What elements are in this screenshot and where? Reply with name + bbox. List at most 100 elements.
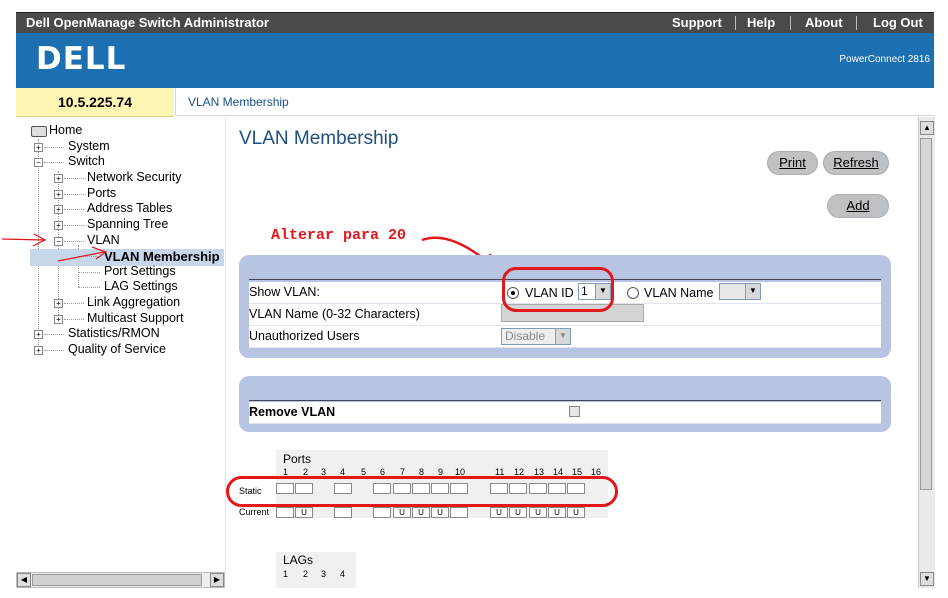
computer-icon bbox=[31, 126, 47, 137]
tree-item-ports[interactable]: Ports bbox=[87, 186, 116, 200]
port-current-cell: U bbox=[548, 507, 566, 518]
lag-number: 1 bbox=[283, 569, 289, 579]
annotation-highlight bbox=[226, 476, 618, 507]
tree-line bbox=[78, 272, 100, 273]
unauthorized-users-value: Disable bbox=[505, 329, 546, 343]
lag-number: 4 bbox=[340, 569, 346, 579]
tree-line bbox=[44, 350, 64, 351]
tree-line bbox=[44, 334, 64, 335]
vlan-name-label: VLAN Name (0-32 Characters) bbox=[249, 307, 420, 321]
current-row-label: Current bbox=[239, 507, 270, 517]
add-button[interactable]: Add bbox=[827, 194, 889, 218]
logout-link[interactable]: Log Out bbox=[873, 15, 923, 30]
support-link[interactable]: Support bbox=[672, 15, 722, 30]
chevron-down-icon[interactable]: ▼ bbox=[745, 284, 760, 299]
tree-item-home[interactable]: Home bbox=[49, 123, 82, 137]
expand-icon[interactable]: + bbox=[34, 346, 43, 355]
expand-icon[interactable]: + bbox=[34, 330, 43, 339]
tree-line bbox=[78, 287, 100, 288]
tree-line bbox=[64, 178, 84, 179]
device-ip: 10.5.225.74 bbox=[16, 88, 174, 117]
tree-line bbox=[64, 194, 84, 195]
top-bar: Dell OpenManage Switch Administrator Sup… bbox=[16, 12, 934, 33]
scroll-right-icon[interactable]: ▶ bbox=[210, 573, 224, 587]
breadcrumb: VLAN Membership bbox=[175, 88, 934, 116]
scroll-down-icon[interactable]: ▼ bbox=[920, 572, 934, 586]
port-current-cell: U bbox=[567, 507, 585, 518]
expand-icon[interactable]: + bbox=[54, 205, 63, 214]
expand-icon[interactable]: + bbox=[34, 143, 43, 152]
tree-item-link-aggregation[interactable]: Link Aggregation bbox=[87, 295, 180, 309]
lags-grid: LAGs 1 2 3 4 bbox=[276, 552, 356, 588]
print-button[interactable]: Print bbox=[767, 151, 818, 175]
port-current-cell: U bbox=[393, 507, 411, 518]
vlan-name-option-label: VLAN Name bbox=[644, 286, 714, 300]
lag-number: 2 bbox=[303, 569, 309, 579]
svg-text:DELL: DELL bbox=[36, 41, 126, 75]
show-vlan-label: Show VLAN: bbox=[249, 285, 320, 299]
unauthorized-users-row: Unauthorized Users Disable ▼ bbox=[249, 326, 881, 348]
unauthorized-users-select[interactable]: Disable ▼ bbox=[501, 328, 571, 345]
tree-line bbox=[64, 209, 84, 210]
expand-icon[interactable]: + bbox=[54, 174, 63, 183]
scroll-left-icon[interactable]: ◀ bbox=[17, 573, 31, 587]
expand-icon[interactable]: + bbox=[54, 190, 63, 199]
navigation-tree: Home + System − Switch + Network Securit… bbox=[16, 117, 226, 572]
refresh-button[interactable]: Refresh bbox=[823, 151, 889, 175]
port-current-cell: U bbox=[412, 507, 430, 518]
collapse-icon[interactable]: − bbox=[34, 158, 43, 167]
port-current-cell: U bbox=[431, 507, 449, 518]
port-current-cell: U bbox=[295, 507, 313, 518]
app-title: Dell OpenManage Switch Administrator bbox=[26, 15, 269, 30]
annotation-text: Alterar para 20 bbox=[271, 227, 407, 244]
port-current-cell bbox=[450, 507, 468, 518]
chevron-down-icon[interactable]: ▼ bbox=[555, 329, 570, 344]
annotation-arrows bbox=[1, 233, 108, 262]
scroll-up-icon[interactable]: ▲ bbox=[920, 121, 934, 135]
expand-icon[interactable]: + bbox=[54, 315, 63, 324]
scroll-thumb[interactable] bbox=[32, 574, 202, 586]
tree-item-statistics-rmon[interactable]: Statistics/RMON bbox=[68, 326, 160, 340]
separator bbox=[790, 16, 791, 30]
remove-vlan-panel: Remove VLAN bbox=[239, 376, 891, 432]
tree-line bbox=[64, 303, 84, 304]
annotation-highlight bbox=[502, 267, 614, 312]
port-current-cell: U bbox=[509, 507, 527, 518]
scroll-thumb[interactable] bbox=[920, 138, 932, 490]
divider bbox=[249, 400, 881, 401]
help-link[interactable]: Help bbox=[747, 15, 775, 30]
port-current-cell: U bbox=[490, 507, 508, 518]
tree-item-address-tables[interactable]: Address Tables bbox=[87, 201, 172, 215]
expand-icon[interactable]: + bbox=[54, 299, 63, 308]
tree-item-system[interactable]: System bbox=[68, 139, 110, 153]
lags-title: LAGs bbox=[283, 553, 314, 567]
horizontal-scrollbar[interactable]: ◀ ▶ bbox=[16, 572, 225, 588]
product-name: PowerConnect 2816 bbox=[839, 54, 930, 65]
page-title: VLAN Membership bbox=[239, 128, 399, 149]
separator bbox=[735, 16, 736, 30]
remove-vlan-label: Remove VLAN bbox=[249, 405, 336, 419]
dell-logo: DELL bbox=[36, 41, 126, 75]
port-current-cell bbox=[276, 507, 294, 518]
tree-item-lag-settings[interactable]: LAG Settings bbox=[104, 279, 178, 293]
tree-item-multicast-support[interactable]: Multicast Support bbox=[87, 311, 184, 325]
remove-vlan-checkbox[interactable] bbox=[569, 406, 580, 417]
banner: DELL PowerConnect 2816 bbox=[16, 33, 934, 88]
lag-number: 3 bbox=[321, 569, 327, 579]
port-current-cell: U bbox=[529, 507, 547, 518]
port-current-cell bbox=[334, 507, 352, 518]
tree-item-quality-of-service[interactable]: Quality of Service bbox=[68, 342, 166, 356]
vlan-name-select[interactable]: ▼ bbox=[719, 283, 761, 300]
vlan-name-radio[interactable] bbox=[627, 287, 639, 299]
separator bbox=[856, 16, 857, 30]
tree-line bbox=[44, 162, 64, 163]
remove-vlan-row: Remove VLAN bbox=[249, 402, 881, 424]
tree-item-network-security[interactable]: Network Security bbox=[87, 170, 181, 184]
ports-title: Ports bbox=[283, 452, 312, 466]
tree-item-switch[interactable]: Switch bbox=[68, 154, 105, 168]
tree-line bbox=[64, 319, 84, 320]
unauthorized-users-label: Unauthorized Users bbox=[249, 329, 360, 343]
about-link[interactable]: About bbox=[805, 15, 843, 30]
tree-line bbox=[44, 147, 64, 148]
port-current-cell bbox=[373, 507, 391, 518]
